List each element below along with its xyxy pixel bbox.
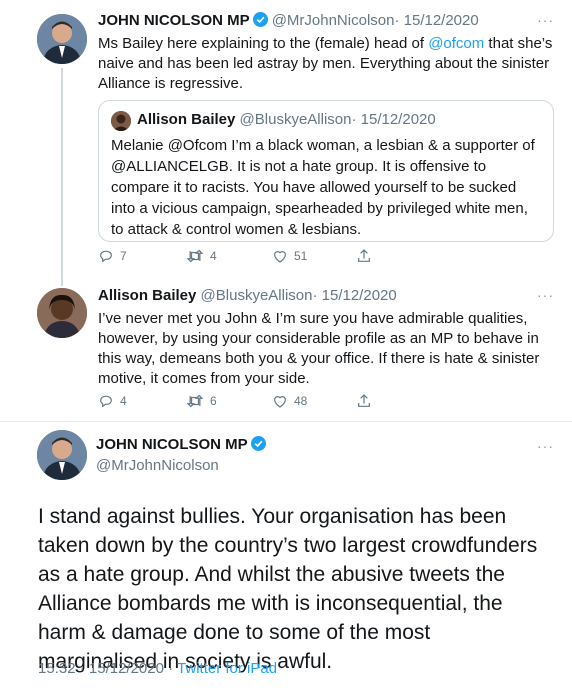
quoted-tweet[interactable]: Allison Bailey @BluskyeAllison· 15/12/20…	[98, 100, 554, 242]
tweet-date[interactable]: · 15/12/2020	[312, 287, 396, 304]
avatar[interactable]	[37, 14, 87, 64]
retweet-button[interactable]: 4	[186, 248, 217, 264]
author-handle[interactable]: @MrJohnNicolson	[272, 12, 395, 29]
author-handle[interactable]: @MrJohnNicolson	[96, 457, 219, 474]
tweet-3-focused[interactable]: JOHN NICOLSON MP @MrJohnNicolson ··· I s…	[0, 422, 572, 691]
retweet-icon	[186, 394, 204, 408]
share-button[interactable]	[356, 248, 378, 264]
avatar[interactable]	[37, 430, 87, 480]
more-icon[interactable]: ···	[537, 438, 554, 454]
mention-link[interactable]: @ofcom	[428, 35, 484, 52]
tweet-text-part: Ms Bailey here explaining to the (female…	[98, 35, 429, 52]
thread-line	[61, 68, 63, 278]
like-button[interactable]: 48	[272, 393, 307, 409]
reply-icon	[100, 250, 112, 263]
quote-text: Melanie @Ofcom I’m a black woman, a lesb…	[111, 137, 535, 238]
tweet-header: JOHN NICOLSON MP @MrJohnNicolson· 15/12/2…	[98, 12, 479, 31]
reply-button[interactable]: 4	[98, 393, 127, 409]
reply-icon	[100, 395, 112, 408]
tweet-2[interactable]: Allison Bailey @BluskyeAllison· 15/12/20…	[0, 278, 572, 418]
quote-header: Allison Bailey @BluskyeAllison· 15/12/20…	[137, 111, 436, 128]
tweet-meta: 15:32 · 15/12/2020 · Twitter for iPad	[38, 660, 277, 677]
like-icon	[274, 396, 286, 408]
author-handle[interactable]: @BluskyeAllison	[201, 287, 313, 304]
tweet-text: I’ve never met you John & I’m sure you h…	[98, 310, 540, 387]
retweet-count: 4	[210, 249, 217, 263]
more-icon[interactable]: ···	[537, 12, 554, 28]
action-bar: 4 6 48	[98, 393, 398, 415]
share-button[interactable]	[356, 393, 378, 409]
tweet-source-link[interactable]: Twitter for iPad	[177, 660, 277, 677]
reply-button[interactable]: 7	[98, 248, 127, 264]
tweet-time[interactable]: 15:32	[38, 660, 76, 677]
like-icon	[274, 251, 286, 263]
share-icon	[358, 394, 370, 407]
like-button[interactable]: 51	[272, 248, 307, 264]
tweet-header: JOHN NICOLSON MP	[96, 436, 270, 455]
quote-avatar	[111, 111, 131, 131]
quote-author-name: Allison Bailey	[137, 111, 236, 128]
verified-badge-icon	[252, 12, 268, 31]
tweet-date[interactable]: · 15/12/2020	[394, 12, 478, 29]
action-bar: 7 4 51	[98, 248, 398, 270]
reply-count: 4	[120, 394, 127, 408]
tweet-1[interactable]: JOHN NICOLSON MP @MrJohnNicolson· 15/12/2…	[0, 0, 572, 280]
tweet-date[interactable]: · 15/12/2020 ·	[80, 660, 173, 677]
share-icon	[358, 249, 370, 262]
like-count: 51	[294, 249, 308, 263]
tweet-text: I stand against bullies. Your organisati…	[38, 505, 538, 673]
thread-line	[61, 278, 63, 286]
author-name[interactable]: JOHN NICOLSON MP	[98, 12, 250, 29]
more-icon[interactable]: ···	[537, 287, 554, 303]
retweet-button[interactable]: 6	[186, 393, 217, 409]
verified-badge-icon	[250, 436, 266, 455]
author-name[interactable]: JOHN NICOLSON MP	[96, 436, 248, 453]
tweet-header: Allison Bailey @BluskyeAllison· 15/12/20…	[98, 287, 397, 304]
like-count: 48	[294, 394, 308, 408]
quote-author-handle: @BluskyeAllison	[239, 111, 352, 128]
quote-date: · 15/12/2020	[351, 111, 436, 128]
author-name[interactable]: Allison Bailey	[98, 287, 196, 304]
retweet-icon	[186, 249, 204, 263]
avatar[interactable]	[37, 288, 87, 338]
reply-count: 7	[120, 249, 127, 263]
retweet-count: 6	[210, 394, 217, 408]
tweet-text: Ms Bailey here explaining to the (female…	[98, 34, 560, 94]
